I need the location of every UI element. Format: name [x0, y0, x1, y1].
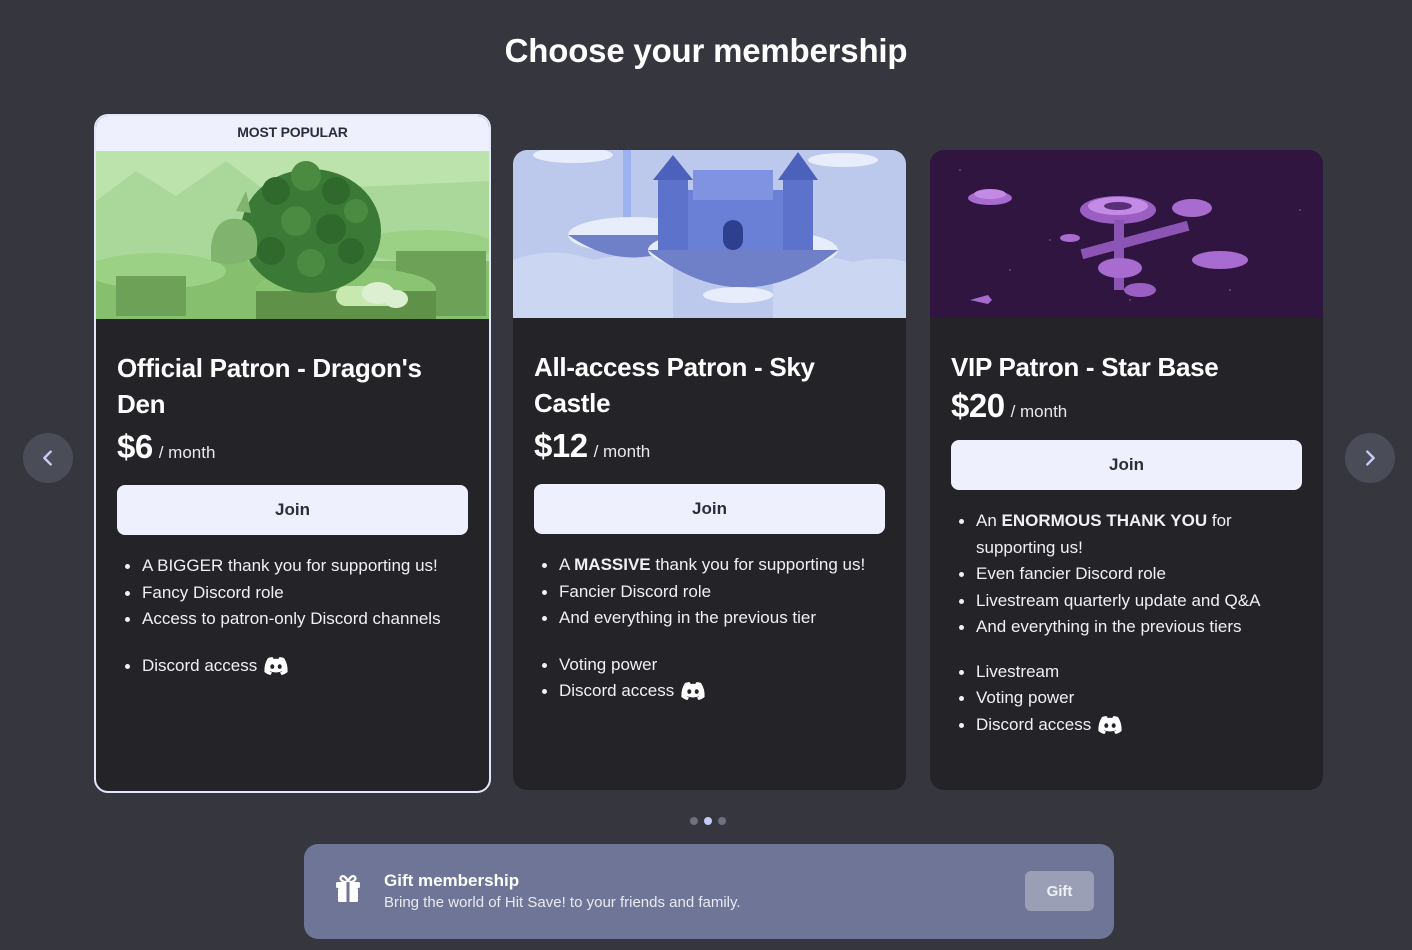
discord-icon [681, 682, 705, 700]
perk-item: Discord access [951, 712, 1302, 739]
carousel-dot[interactable] [718, 817, 726, 825]
gift-membership-banner: Gift membership Bring the world of Hit S… [304, 844, 1114, 939]
perk-label: Discord access [976, 714, 1092, 734]
perk-label: Discord access [559, 681, 675, 700]
benefit-emphasis: ENORMOUS THANK YOU [1001, 511, 1208, 530]
most-popular-badge: MOST POPULAR [96, 116, 489, 151]
benefits-list: An ENORMOUS THANK YOU for supporting us!… [951, 508, 1302, 641]
benefit-item: Even fancier Discord role [951, 561, 1302, 588]
price-row: $12 / month [534, 427, 885, 465]
benefit-item: And everything in the previous tier [534, 605, 885, 632]
benefit-item: Fancier Discord role [534, 579, 885, 606]
price-period: / month [593, 442, 651, 461]
next-tier-button[interactable] [1345, 433, 1395, 483]
perk-item: Livestream [951, 659, 1302, 686]
price-period: / month [158, 443, 216, 462]
tier-name: VIP Patron - Star Base [951, 352, 1219, 382]
tier-price: $12 [534, 427, 588, 464]
tier-name: All-access Patron - Sky Castle [534, 352, 815, 418]
perks-list: Voting power Discord access [534, 652, 885, 705]
tier-name: Official Patron - Dragon's Den [117, 353, 422, 419]
perk-item: Voting power [951, 685, 1302, 712]
gift-button[interactable]: Gift [1025, 871, 1094, 911]
price-period: / month [1010, 402, 1068, 421]
chevron-left-icon [43, 450, 52, 466]
price-row: $20 / month [951, 387, 1302, 425]
carousel-dot-active[interactable] [704, 817, 712, 825]
benefit-item: An ENORMOUS THANK YOU for supporting us! [951, 508, 1302, 561]
join-button[interactable]: Join [534, 484, 885, 534]
perks-list: Discord access [117, 653, 468, 680]
benefit-item: Access to patron-only Discord channels [117, 606, 468, 633]
benefits-list: A BIGGER thank you for supporting us! Fa… [117, 553, 468, 633]
discord-icon [1098, 715, 1122, 734]
perk-item: Voting power [534, 652, 885, 679]
benefit-text: A [559, 555, 575, 574]
perk-label: Discord access [142, 655, 258, 675]
tier-card-sky-castle: All-access Patron - Sky Castle $12 / mon… [513, 150, 906, 790]
benefit-emphasis: MASSIVE [574, 555, 651, 574]
tier-price: $20 [951, 387, 1005, 424]
carousel-dots [690, 817, 726, 825]
previous-tier-button[interactable] [23, 433, 73, 483]
benefit-text: thank you for supporting us! [650, 555, 866, 574]
tier-card-star-base: VIP Patron - Star Base $20 / month Join … [930, 150, 1323, 790]
benefit-item: And everything in the previous tiers [951, 614, 1302, 641]
benefit-item: Livestream quarterly update and Q&A [951, 588, 1302, 615]
gift-icon [336, 875, 360, 902]
dragons-den-illustration [96, 151, 489, 319]
benefit-item: A MASSIVE thank you for supporting us! [534, 552, 885, 579]
carousel-dot[interactable] [690, 817, 698, 825]
perk-item: Discord access [534, 678, 885, 705]
tier-card-dragons-den: MOST POPULAR Official Patron - Dragon's … [94, 114, 491, 793]
sky-castle-illustration [513, 150, 906, 318]
gift-description: Bring the world of Hit Save! to your fri… [384, 894, 741, 911]
discord-icon [264, 656, 288, 675]
perks-list: Livestream Voting power Discord access [951, 659, 1302, 739]
chevron-right-icon [1366, 450, 1375, 466]
page-title: Choose your membership [504, 32, 908, 69]
join-button[interactable]: Join [117, 485, 468, 535]
benefit-item: Fancy Discord role [117, 580, 468, 607]
tier-price: $6 [117, 428, 153, 465]
benefit-text: An [976, 511, 1002, 530]
gift-title: Gift membership [384, 871, 520, 890]
join-button[interactable]: Join [951, 440, 1302, 490]
price-row: $6 / month [117, 428, 468, 466]
benefit-item: A BIGGER thank you for supporting us! [117, 553, 468, 580]
benefits-list: A MASSIVE thank you for supporting us! F… [534, 552, 885, 632]
perk-item: Discord access [117, 653, 468, 680]
star-base-illustration [930, 150, 1323, 318]
